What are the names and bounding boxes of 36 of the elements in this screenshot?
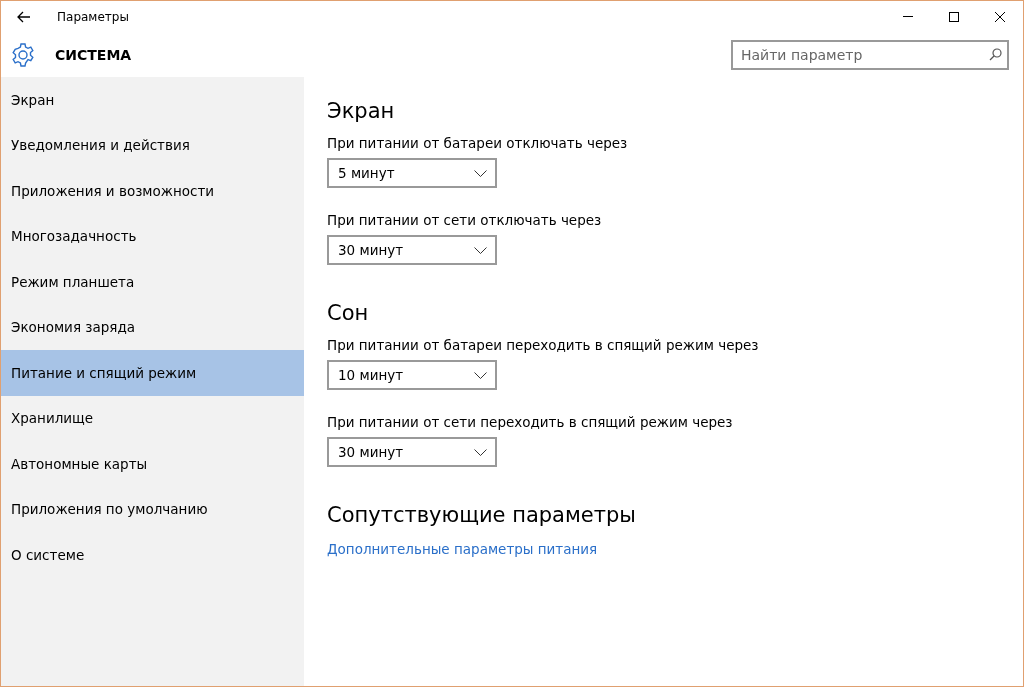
setting-label: При питании от батареи переходить в спящий режим через — [327, 337, 760, 353]
page-title: СИСТЕМА — [55, 46, 133, 63]
sidebar-item[interactable]: Автономные карты — [1, 441, 304, 487]
sidebar-item[interactable]: Приложения и возможности — [1, 168, 304, 214]
section-heading: Экран — [327, 99, 396, 123]
dropdown[interactable]: 30 минут — [327, 235, 497, 265]
search-field[interactable]: Найти параметр — [731, 39, 1009, 70]
sidebar-item[interactable]: Экран — [1, 77, 304, 123]
gear-icon — [11, 42, 35, 67]
close-icon — [995, 11, 1005, 22]
chevron-down-icon — [474, 371, 487, 379]
window-title: Параметры — [57, 9, 130, 24]
sidebar-item[interactable]: Приложения по умолчанию — [1, 486, 304, 532]
sidebar-item[interactable]: Многозадачность — [1, 213, 304, 259]
setting-label: При питании от сети переходить в спящий режим через — [327, 414, 734, 430]
sidebar-item[interactable]: Экономия заряда — [1, 304, 304, 350]
dropdown[interactable]: 10 минут — [327, 360, 497, 390]
setting-label: При питании от сети отключать через — [327, 212, 603, 228]
dropdown[interactable]: 30 минут — [327, 437, 497, 467]
settings-link[interactable]: Дополнительные параметры питания — [327, 541, 598, 557]
section-heading: Сон — [327, 301, 370, 325]
chevron-down-icon — [474, 169, 487, 177]
sidebar-item[interactable]: Режим планшета — [1, 259, 304, 305]
maximize-icon — [949, 11, 959, 22]
chevron-down-icon — [474, 246, 487, 254]
sidebar-item[interactable]: Хранилище — [1, 395, 304, 441]
chevron-down-icon — [474, 448, 487, 456]
sidebar-item[interactable]: Питание и спящий режим — [1, 350, 304, 396]
minimize-icon — [903, 16, 913, 17]
dropdown[interactable]: 5 минут — [327, 158, 497, 188]
search-icon — [989, 47, 1002, 61]
back-arrow-icon — [17, 10, 31, 23]
setting-label: При питании от батареи отключать через — [327, 135, 629, 151]
sidebar-item[interactable]: Уведомления и действия — [1, 122, 304, 168]
section-heading: Сопутствующие параметры — [327, 503, 637, 527]
sidebar-item[interactable]: О системе — [1, 532, 304, 578]
